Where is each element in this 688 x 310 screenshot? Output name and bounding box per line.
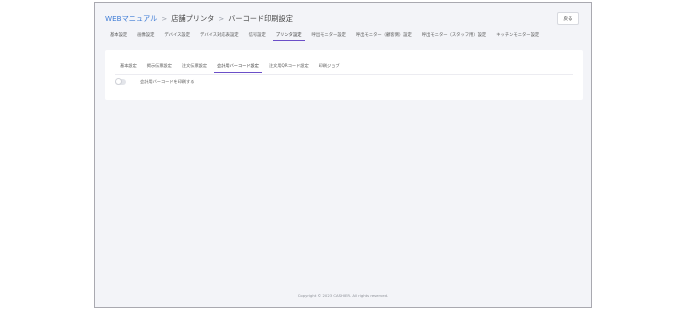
- tab-printer-settings[interactable]: プリンタ設定: [271, 29, 307, 41]
- tab-call-monitor-settings[interactable]: 呼出モニター設定: [307, 29, 351, 41]
- subtab-basic-settings[interactable]: 基本設定: [115, 60, 142, 72]
- breadcrumb-separator: >: [218, 15, 225, 23]
- tab-signal-settings[interactable]: 信号設定: [244, 29, 271, 41]
- print-barcode-toggle[interactable]: [115, 78, 126, 85]
- tab-call-monitor-customer-settings[interactable]: 呼出モニター（顧客側）設定: [351, 29, 417, 41]
- sub-tabs: 基本設定 掲示伝票設定 注文伝票設定 会計用バーコード設定 注文用QRコード設定…: [115, 60, 345, 73]
- page-title: バーコード印刷設定: [228, 14, 293, 23]
- tab-call-monitor-staff-settings[interactable]: 呼出モニター（スタッフ用）設定: [417, 29, 491, 41]
- settings-card: 基本設定 掲示伝票設定 注文伝票設定 会計用バーコード設定 注文用QRコード設定…: [105, 50, 583, 100]
- tab-kitchen-monitor-settings[interactable]: キッチンモニター設定: [491, 29, 544, 41]
- breadcrumb-root-link[interactable]: WEBマニュアル: [105, 14, 157, 24]
- tab-device-mapping-settings[interactable]: デバイス対応表設定: [195, 29, 244, 41]
- subtab-order-slip-settings[interactable]: 注文伝票設定: [177, 60, 212, 72]
- app-window: WEBマニュアル > 店舗プリンタ > バーコード印刷設定 戻る 基本設定 画像…: [94, 2, 592, 308]
- breadcrumb: WEBマニュアル > 店舗プリンタ > バーコード印刷設定: [105, 11, 293, 27]
- subtab-posted-slip-settings[interactable]: 掲示伝票設定: [142, 60, 177, 72]
- main-tabs: 基本設定 画像設定 デバイス設定 デバイス対応表設定 信号設定 プリンタ設定 呼…: [105, 29, 544, 43]
- breadcrumb-separator: >: [161, 15, 168, 23]
- tab-device-settings[interactable]: デバイス設定: [159, 29, 195, 41]
- subtab-order-qrcode-settings[interactable]: 注文用QRコード設定: [264, 60, 314, 72]
- subtab-print-jobs[interactable]: 印刷ジョブ: [314, 60, 345, 72]
- subtab-divider: [115, 74, 573, 75]
- tab-image-settings[interactable]: 画像設定: [132, 29, 159, 41]
- breadcrumb-level1: 店舗プリンタ: [171, 14, 215, 23]
- copyright-footer: Copyright © 2023 CASHIER. All rights res…: [297, 293, 389, 298]
- print-barcode-label: 会計用バーコードを印刷する: [140, 79, 195, 84]
- subtab-checkout-barcode-settings[interactable]: 会計用バーコード設定: [212, 60, 264, 73]
- tab-basic-settings[interactable]: 基本設定: [105, 29, 132, 41]
- print-barcode-setting: 会計用バーコードを印刷する: [115, 78, 195, 85]
- back-button[interactable]: 戻る: [557, 12, 579, 25]
